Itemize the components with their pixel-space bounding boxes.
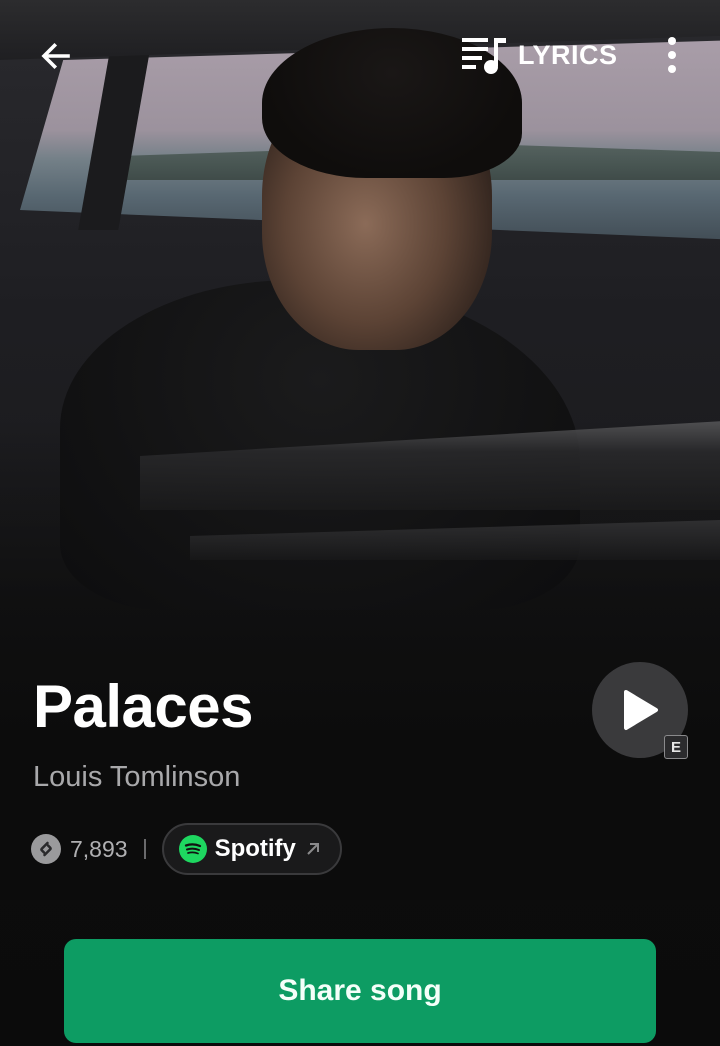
- lyrics-label: LYRICS: [518, 39, 618, 70]
- spotify-label: Spotify: [214, 835, 296, 862]
- back-button[interactable]: [30, 30, 82, 82]
- divider: [143, 839, 146, 859]
- shazam-icon: [31, 834, 61, 864]
- song-title: Palaces: [33, 673, 254, 740]
- artist-name[interactable]: Louis Tomlinson: [33, 761, 240, 794]
- shazam-count: 7,893: [70, 835, 128, 862]
- spotify-icon: [178, 835, 207, 863]
- share-song-button[interactable]: Share song: [64, 939, 656, 1043]
- more-vert-icon: [668, 37, 676, 45]
- arrow-left-icon: [41, 42, 70, 70]
- lyrics-icon: [462, 38, 506, 74]
- more-options-button[interactable]: [650, 30, 694, 80]
- cover-art-background: [0, 0, 720, 1046]
- play-icon: [624, 690, 658, 730]
- lyrics-button[interactable]: LYRICS: [458, 30, 618, 80]
- open-in-spotify-button[interactable]: Spotify: [161, 823, 342, 875]
- song-meta-row: 7,893 Spotify: [31, 822, 342, 876]
- share-song-label: Share song: [278, 974, 442, 1007]
- explicit-badge: E: [664, 735, 688, 759]
- arrow-up-right-icon: [307, 843, 319, 855]
